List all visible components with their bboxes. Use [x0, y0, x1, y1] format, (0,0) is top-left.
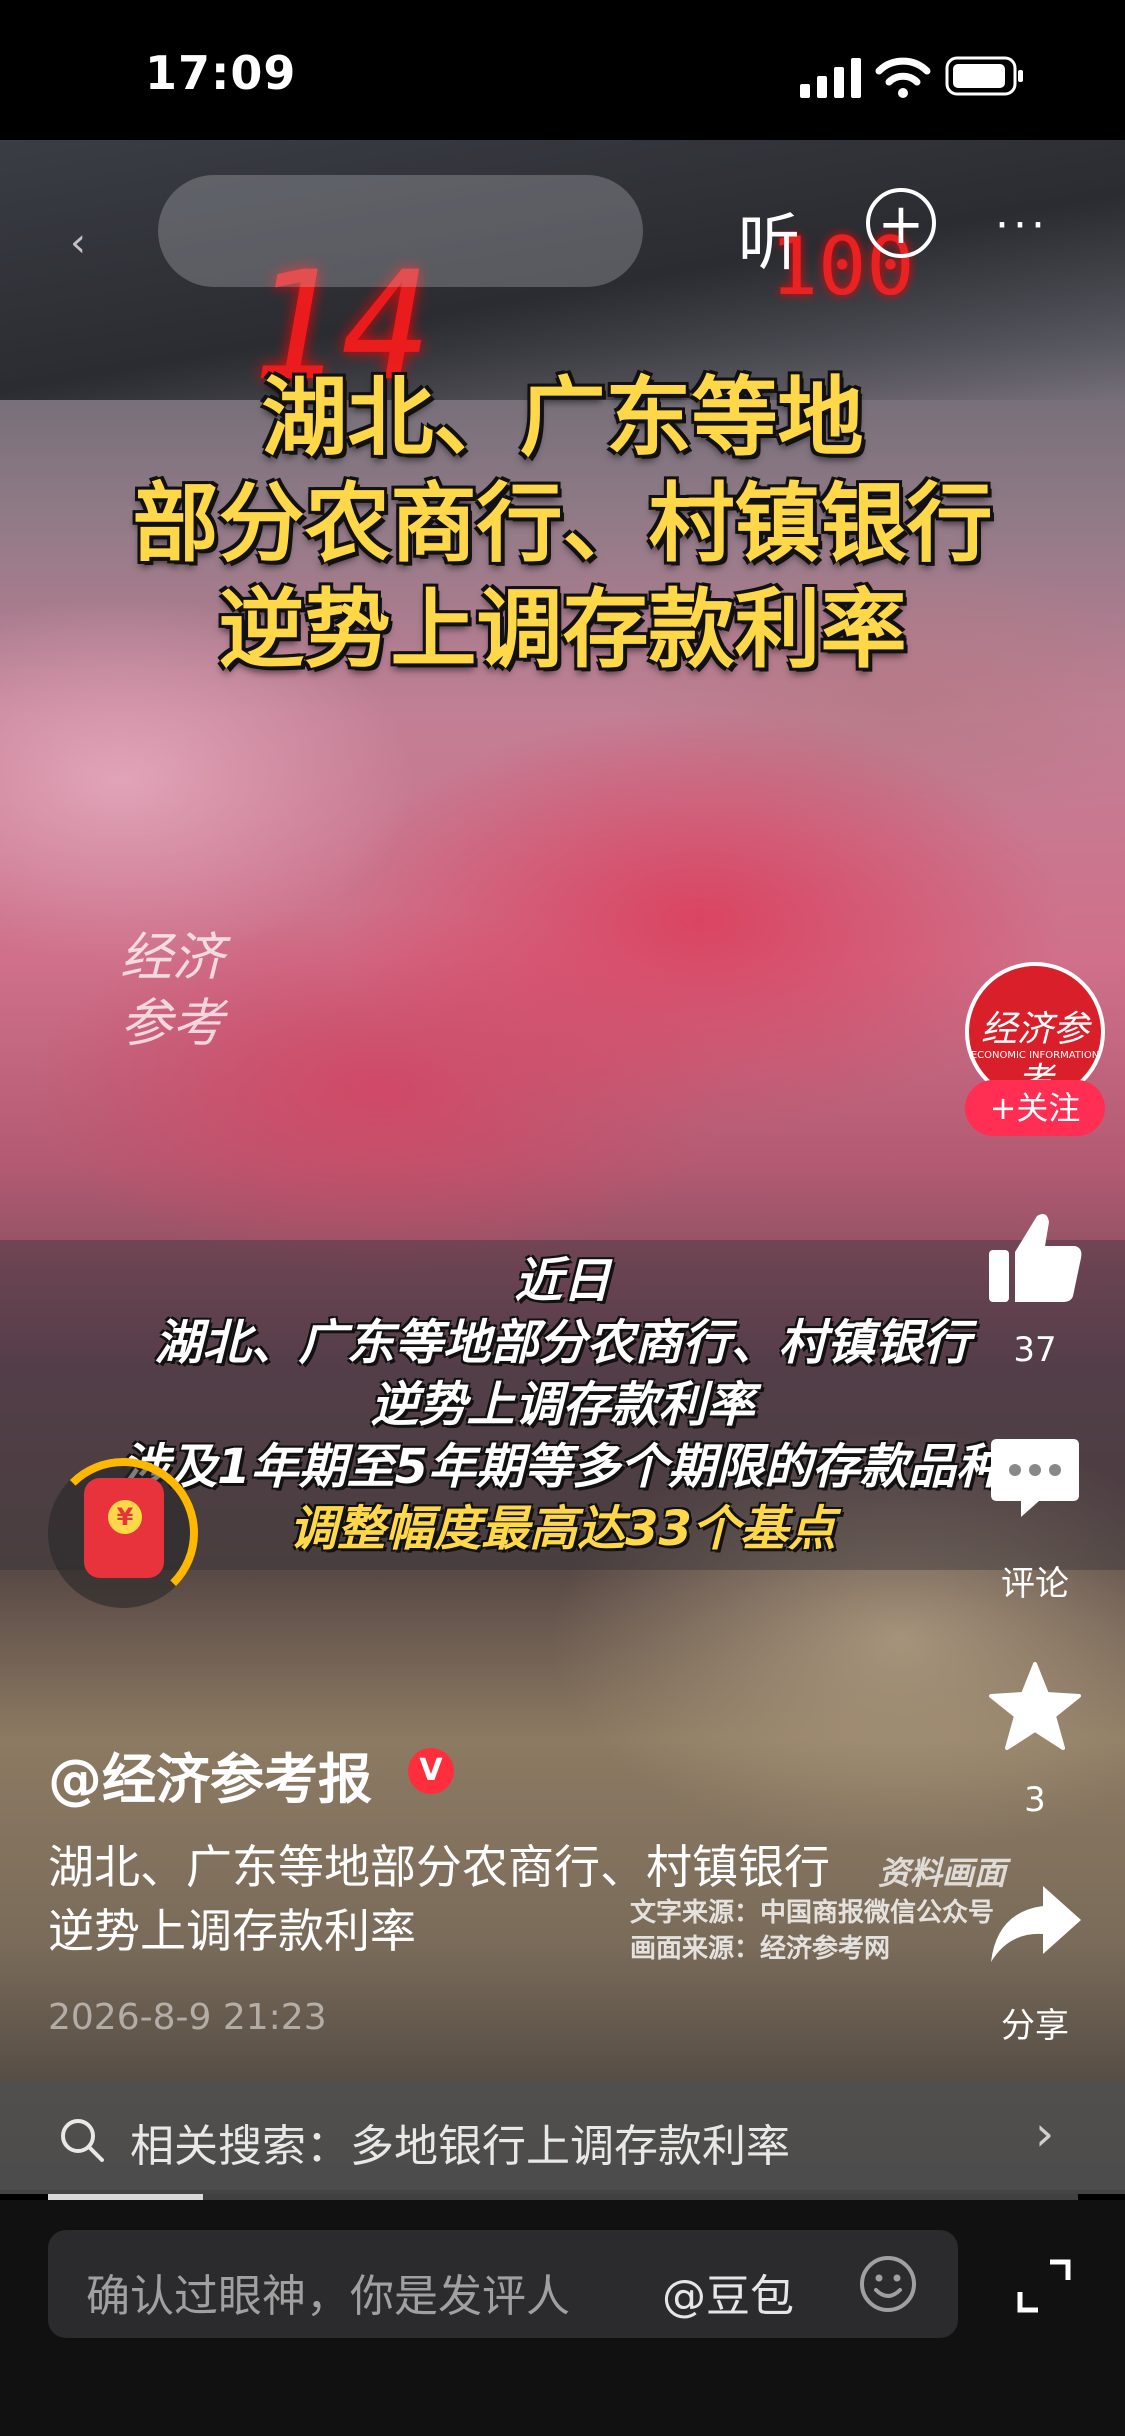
author-name[interactable]: @经济参考报: [48, 1735, 372, 1814]
status-time: 17:09: [145, 46, 297, 100]
headline-line-2: 部分农商行、村镇银行: [132, 474, 993, 574]
share-arrow-icon: [991, 1886, 1081, 1962]
back-icon[interactable]: ‹: [70, 220, 86, 266]
text-source: 文字来源：中国商报微信公众号: [630, 1898, 995, 1928]
search-pill[interactable]: [158, 175, 643, 287]
watermark-line-2: 参考: [120, 994, 225, 1054]
star-icon: [989, 1662, 1081, 1750]
comment-button[interactable]: [975, 1435, 1095, 1525]
emoji-icon[interactable]: [858, 2254, 918, 2314]
wifi-icon: [875, 57, 931, 98]
headline-line-3: 逆势上调存款利率: [218, 580, 907, 680]
avatar-logo-subtext: ECONOMIC INFORMATION: [970, 1050, 1100, 1061]
search-icon: [61, 2119, 104, 2162]
cellular-signal-icon: [800, 58, 861, 98]
thumbs-up-icon: [989, 1214, 1082, 1302]
related-search-text[interactable]: 相关搜索：多地银行上调存款利率: [130, 2110, 790, 2174]
video-watermark: 经济 参考: [120, 925, 224, 1057]
listen-button[interactable]: 听: [738, 192, 800, 282]
video-headline: 湖北、广东等地 部分农商行、村镇银行 逆势上调存款利率: [0, 365, 1125, 683]
material-note: 资料画面: [878, 1854, 1007, 1892]
share-label: 分享: [1001, 2006, 1069, 2046]
favorite-count: 3: [1024, 1780, 1046, 1820]
caption-line-1: 近日: [514, 1253, 611, 1309]
image-source: 画面来源：经济参考网: [630, 1934, 891, 1964]
expand-icon[interactable]: [1016, 2258, 1072, 2314]
battery-icon: [945, 56, 1023, 96]
favorite-button[interactable]: [975, 1660, 1095, 1756]
chevron-right-icon[interactable]: ›: [1035, 2106, 1054, 2162]
yuan-icon: ¥: [108, 1500, 142, 1534]
more-button[interactable]: ···: [995, 200, 1049, 251]
comment-placeholder: 确认过眼神，你是发评人: [86, 2271, 570, 2322]
add-button[interactable]: +: [866, 188, 936, 258]
headline-line-1: 湖北、广东等地: [261, 368, 864, 468]
verified-badge: V: [408, 1748, 454, 1794]
like-button[interactable]: [975, 1210, 1095, 1310]
follow-button[interactable]: +关注: [965, 1080, 1105, 1136]
like-count: 37: [1013, 1330, 1057, 1370]
watermark-line-1: 经济: [120, 928, 225, 988]
caption-line-2: 湖北、广东等地部分农商行、村镇银行: [154, 1315, 971, 1371]
mention-button[interactable]: @豆包: [662, 2260, 794, 2324]
post-date: 2026-8-9 21:23: [48, 1997, 327, 2038]
comment-label: 评论: [1001, 1564, 1069, 1604]
caption-line-3: 逆势上调存款利率: [370, 1377, 755, 1433]
comment-bubble-icon: [991, 1439, 1079, 1517]
